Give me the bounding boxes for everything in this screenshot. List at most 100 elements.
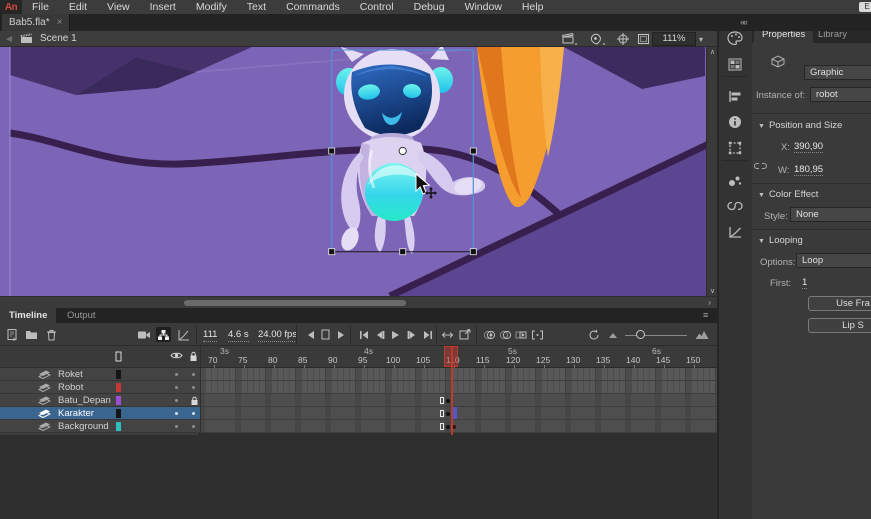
layer-outline-color[interactable]	[116, 383, 121, 392]
horizontal-scrollbar[interactable]: ›	[0, 296, 717, 308]
collapse-panels-icon[interactable]: ««	[740, 17, 746, 27]
scroll-up-icon[interactable]: ∧	[710, 48, 715, 56]
timeline-zoom-knob[interactable]	[636, 330, 645, 339]
style-dropdown[interactable]: None	[790, 207, 871, 222]
scene-name[interactable]: Scene 1	[40, 33, 77, 44]
zoom-level-input[interactable]: 111%	[652, 32, 696, 46]
section-collapse-icon[interactable]: ▼	[758, 192, 765, 199]
zoom-out-timeline-icon[interactable]	[605, 327, 620, 342]
app-logo[interactable]: An	[0, 0, 22, 14]
cc-libraries-panel-icon[interactable]	[725, 196, 745, 216]
step-forward-one-frame-button[interactable]	[404, 327, 419, 342]
frame-span-end-marker[interactable]	[440, 423, 444, 430]
brush-library-panel-icon[interactable]	[725, 170, 745, 190]
layer-lock-dot[interactable]	[192, 425, 195, 428]
current-frame-indicator-icon[interactable]	[318, 327, 333, 342]
w-value[interactable]: 180,95	[794, 164, 823, 176]
edit-symbols-icon[interactable]	[590, 33, 608, 45]
show-parenting-view-button[interactable]	[156, 327, 171, 342]
timeline-zoom-slider[interactable]	[625, 335, 687, 336]
modify-markers-button[interactable]	[530, 327, 545, 342]
elapsed-time-value[interactable]: 4.6 s	[228, 329, 249, 342]
tab-output[interactable]: Output	[58, 308, 105, 323]
loop-options-dropdown[interactable]: Loop	[796, 253, 871, 268]
layer-lock-dot[interactable]	[192, 373, 195, 376]
instance-of-field[interactable]: robot	[810, 87, 871, 102]
onion-skin-button[interactable]	[482, 327, 497, 342]
menu-item-view[interactable]: View	[97, 0, 140, 14]
layer-name[interactable]: Roket	[58, 369, 83, 380]
layer-name[interactable]: Background	[58, 421, 109, 432]
menu-item-commands[interactable]: Commands	[276, 0, 350, 14]
layer-visibility-dot[interactable]	[175, 425, 178, 428]
color-panel-icon[interactable]	[725, 28, 745, 48]
frame-span-end-marker[interactable]	[440, 397, 444, 404]
keyframe-dot[interactable]	[446, 412, 450, 416]
current-frame-value[interactable]: 111	[203, 329, 217, 342]
use-frame-picker-button[interactable]: Use Fra	[808, 296, 871, 311]
layer-name[interactable]: Batu_Depan	[58, 395, 111, 406]
frames-row-robot[interactable]	[201, 381, 717, 394]
layer-row-roket[interactable]: Roket	[0, 368, 200, 381]
layer-row-background[interactable]: Background	[0, 420, 200, 433]
scrollbar-thumb[interactable]	[184, 300, 406, 306]
panel-menu-icon[interactable]: ≡	[703, 310, 708, 320]
menu-item-modify[interactable]: Modify	[186, 0, 237, 14]
section-color-effect[interactable]: ▼Color Effect	[758, 189, 818, 200]
motion-editor-panel-icon[interactable]	[725, 222, 745, 242]
frames-row-karakter[interactable]	[201, 407, 717, 420]
menu-item-text[interactable]: Text	[237, 0, 276, 14]
frames-row-batu_depan[interactable]	[201, 394, 717, 407]
layer-visibility-dot[interactable]	[175, 386, 178, 389]
step-back-one-frame-button[interactable]	[372, 327, 387, 342]
lock-column-icon[interactable]	[189, 351, 198, 362]
layer-row-karakter[interactable]: Karakter	[0, 407, 200, 420]
info-panel-icon[interactable]	[725, 112, 745, 132]
layer-visibility-dot[interactable]	[175, 399, 178, 402]
zoom-chevron-icon[interactable]: ▾	[699, 35, 703, 44]
frames-row-roket[interactable]	[201, 368, 717, 381]
loop-playback-button[interactable]	[440, 327, 455, 342]
window-control-button[interactable]: E	[859, 2, 871, 12]
reset-timeline-zoom-button[interactable]	[586, 327, 601, 342]
layer-outline-color[interactable]	[116, 409, 121, 418]
edit-scene-icon[interactable]	[562, 33, 580, 45]
vertical-scrollbar[interactable]: ∧ ∨	[706, 47, 717, 296]
close-tab-icon[interactable]: ×	[57, 17, 63, 28]
layer-lock-dot[interactable]	[192, 386, 195, 389]
menu-item-debug[interactable]: Debug	[404, 0, 455, 14]
play-button[interactable]	[388, 327, 403, 342]
scroll-right-icon[interactable]: ›	[708, 298, 711, 307]
frame-rate-value[interactable]: 24.00 fps	[258, 329, 297, 342]
scroll-down-icon[interactable]: ∨	[710, 287, 715, 295]
transform-panel-icon[interactable]	[725, 138, 745, 158]
go-to-last-frame-button[interactable]	[420, 327, 435, 342]
step-forward-icon[interactable]	[333, 327, 348, 342]
layer-visibility-dot[interactable]	[175, 373, 178, 376]
menu-item-window[interactable]: Window	[455, 0, 512, 14]
stage-canvas[interactable]	[0, 47, 717, 296]
layer-outline-color[interactable]	[116, 422, 121, 431]
menu-item-help[interactable]: Help	[512, 0, 554, 14]
onion-skin-outlines-button[interactable]	[498, 327, 513, 342]
delete-layer-button[interactable]	[44, 327, 59, 342]
edit-multiple-frames-button[interactable]	[514, 327, 529, 342]
layer-visibility-dot[interactable]	[175, 412, 178, 415]
center-stage-icon[interactable]	[616, 33, 634, 45]
section-collapse-icon[interactable]: ▼	[758, 238, 765, 245]
frame-span-end-marker[interactable]	[440, 410, 444, 417]
frames-row-background[interactable]	[201, 420, 717, 433]
layer-lock-icon[interactable]	[190, 396, 199, 406]
x-value[interactable]: 390,90	[794, 141, 823, 153]
go-to-first-frame-button[interactable]	[356, 327, 371, 342]
graph-editor-button[interactable]	[176, 327, 191, 342]
layer-row-batu_depan[interactable]: Batu_Depan	[0, 394, 200, 407]
back-arrow-icon[interactable]: ◄	[4, 34, 14, 45]
new-folder-button[interactable]	[24, 327, 39, 342]
layer-outline-color[interactable]	[116, 370, 121, 379]
export-movie-button[interactable]	[458, 327, 473, 342]
section-looping[interactable]: ▼Looping	[758, 235, 803, 246]
menu-item-edit[interactable]: Edit	[59, 0, 97, 14]
section-position-size[interactable]: ▼Position and Size	[758, 120, 842, 131]
first-frame-value[interactable]: 1	[802, 277, 807, 289]
